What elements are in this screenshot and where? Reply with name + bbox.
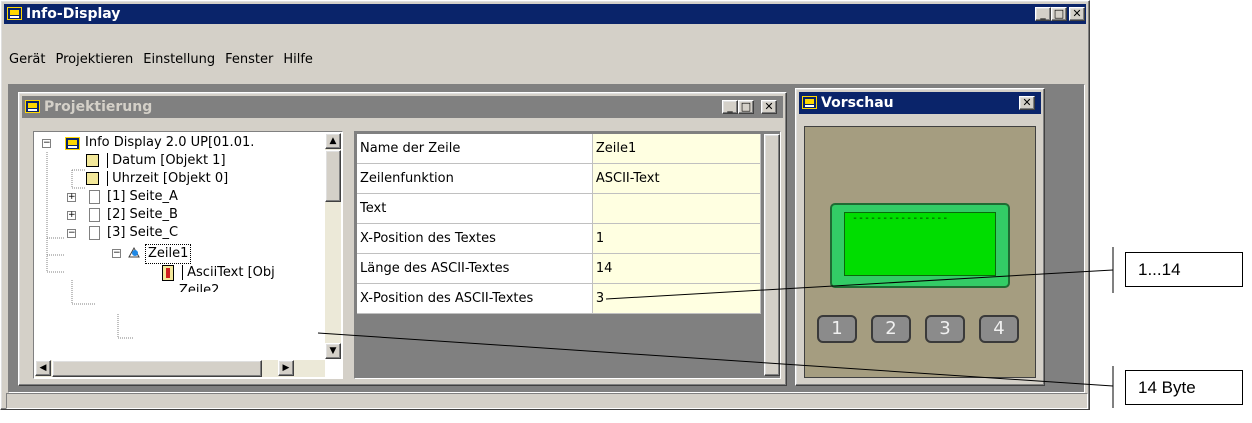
main-window-title: Info-Display	[26, 6, 121, 22]
scroll-up-arrow-icon[interactable]: ▲	[325, 133, 341, 149]
scroll-thumb[interactable]	[52, 360, 262, 377]
menu-bar: Gerät Projektieren Einstellung Fenster Hilfe	[4, 49, 318, 71]
property-name: Zeilenfunktion	[357, 163, 593, 194]
tree-item-asciitext[interactable]: AsciiText [Obj	[162, 264, 275, 282]
tree-item-label: Zeile1	[145, 244, 192, 264]
property-name: Text	[357, 193, 593, 224]
window-icon	[802, 96, 817, 109]
device-button-1[interactable]: 1	[817, 315, 857, 343]
tree-item-label: Uhrzeit [Objekt 0]	[107, 171, 229, 186]
callout-size-label: 14 Byte	[1125, 370, 1243, 405]
object-icon	[86, 172, 99, 185]
vorschau-title-bar[interactable]: Vorschau ✕	[799, 92, 1041, 114]
close-button[interactable]: ✕	[1069, 7, 1085, 21]
collapse-icon[interactable]: −	[112, 249, 121, 258]
property-value[interactable]	[592, 193, 762, 224]
menu-einstellung[interactable]: Einstellung	[138, 49, 220, 71]
ascii-object-icon	[162, 264, 174, 281]
page-icon	[89, 208, 100, 222]
scroll-right-arrow-icon[interactable]: ▶	[278, 360, 294, 376]
properties-grid: Name der Zeile Zeile1 Zeilenfunktion ASCII…	[354, 131, 781, 379]
lcd-text: ----------------	[852, 213, 949, 224]
tree-vertical-scrollbar[interactable]: ▲ ▼	[325, 133, 341, 359]
app-icon	[7, 7, 22, 20]
table-row[interactable]: Name der Zeile Zeile1	[357, 134, 762, 164]
collapse-icon[interactable]: −	[67, 229, 76, 238]
device-preview: ---------------- 1 2 3 4	[804, 126, 1036, 378]
tree-item-label: [1] Seite_A	[107, 189, 178, 204]
menu-hilfe[interactable]: Hilfe	[278, 49, 318, 71]
page-icon	[89, 226, 100, 240]
property-name: Name der Zeile	[357, 134, 593, 164]
close-button[interactable]: ✕	[761, 100, 777, 114]
tree-item-label: AsciiText [Obj	[182, 265, 275, 280]
expand-icon[interactable]: +	[67, 211, 76, 220]
vorschau-window: Vorschau ✕ ---------------- 1 2 3 4	[795, 88, 1045, 386]
property-value[interactable]: Zeile1	[592, 134, 762, 164]
menu-projektieren[interactable]: Projektieren	[50, 49, 138, 71]
maximize-button[interactable]: □	[1051, 7, 1067, 21]
line-icon	[127, 245, 141, 259]
window-icon	[25, 100, 40, 113]
lcd-display: ----------------	[830, 203, 1010, 288]
property-value[interactable]: 14	[592, 253, 762, 284]
status-bar	[6, 393, 1088, 409]
vorschau-title: Vorschau	[821, 95, 894, 111]
properties-scrollbar[interactable]	[764, 134, 780, 376]
lcd-screen: ----------------	[844, 212, 996, 276]
collapse-icon[interactable]: −	[42, 139, 51, 148]
tree-item-label: Zeile2	[179, 283, 220, 292]
tree-item-datum[interactable]: Datum [Objekt 1]	[86, 152, 226, 170]
property-value[interactable]: 1	[592, 223, 762, 254]
tree-item-label: [3] Seite_C	[107, 225, 179, 240]
property-name: Länge des ASCII-Textes	[357, 253, 593, 284]
tree-item-zeile2[interactable]: Zeile2	[162, 282, 219, 292]
object-icon	[86, 154, 99, 167]
table-row[interactable]: Länge des ASCII-Textes 14	[357, 253, 762, 284]
menu-fenster[interactable]: Fenster	[220, 49, 278, 71]
tree-item-uhrzeit[interactable]: Uhrzeit [Objekt 0]	[86, 170, 229, 188]
table-row[interactable]: Zeilenfunktion ASCII-Text	[357, 163, 762, 194]
tree-item-label: Info Display 2.0 UP[01.01.	[85, 135, 255, 150]
tree-item-label: [2] Seite_B	[107, 207, 178, 222]
maximize-button[interactable]: □	[738, 100, 754, 114]
property-name: X-Position des ASCII-Textes	[357, 283, 593, 314]
tree-item-label: Datum [Objekt 1]	[107, 153, 226, 168]
properties-table: Name der Zeile Zeile1 Zeilenfunktion ASCII…	[357, 134, 762, 314]
property-name: X-Position des Textes	[357, 223, 593, 254]
projektierung-title-bar[interactable]: Projektierung _ □ ✕	[22, 96, 783, 118]
projektierung-title: Projektierung	[44, 99, 153, 115]
scroll-left-arrow-icon[interactable]: ◀	[35, 360, 51, 376]
expand-icon[interactable]: +	[67, 193, 76, 202]
table-row[interactable]: X-Position des Textes 1	[357, 223, 762, 254]
tree-horizontal-scrollbar[interactable]: ◀ ▶	[35, 360, 325, 377]
device-button-4[interactable]: 4	[979, 315, 1019, 343]
device-icon	[65, 137, 80, 150]
minimize-button[interactable]: _	[722, 100, 738, 114]
table-row[interactable]: Text	[357, 193, 762, 224]
minimize-button[interactable]: _	[1035, 7, 1051, 21]
page-icon	[89, 190, 100, 204]
projektierung-window: Projektierung _ □ ✕ − Info Display 2.0 U…	[18, 92, 787, 386]
project-tree[interactable]: − Info Display 2.0 UP[01.01. Datum [Obje…	[33, 131, 343, 379]
device-button-3[interactable]: 3	[925, 315, 965, 343]
close-button[interactable]: ✕	[1019, 96, 1035, 110]
scroll-thumb[interactable]	[325, 150, 341, 202]
table-row[interactable]: X-Position des ASCII-Textes 3	[357, 283, 762, 314]
device-button-2[interactable]: 2	[871, 315, 911, 343]
main-title-bar[interactable]: Info-Display _ □ ✕	[4, 4, 1086, 24]
property-value[interactable]: 3	[592, 283, 762, 314]
scroll-down-arrow-icon[interactable]: ▼	[325, 343, 341, 359]
callout-range-label: 1...14	[1125, 252, 1243, 287]
property-value[interactable]: ASCII-Text	[592, 163, 762, 194]
menu-geraet[interactable]: Gerät	[4, 49, 50, 71]
